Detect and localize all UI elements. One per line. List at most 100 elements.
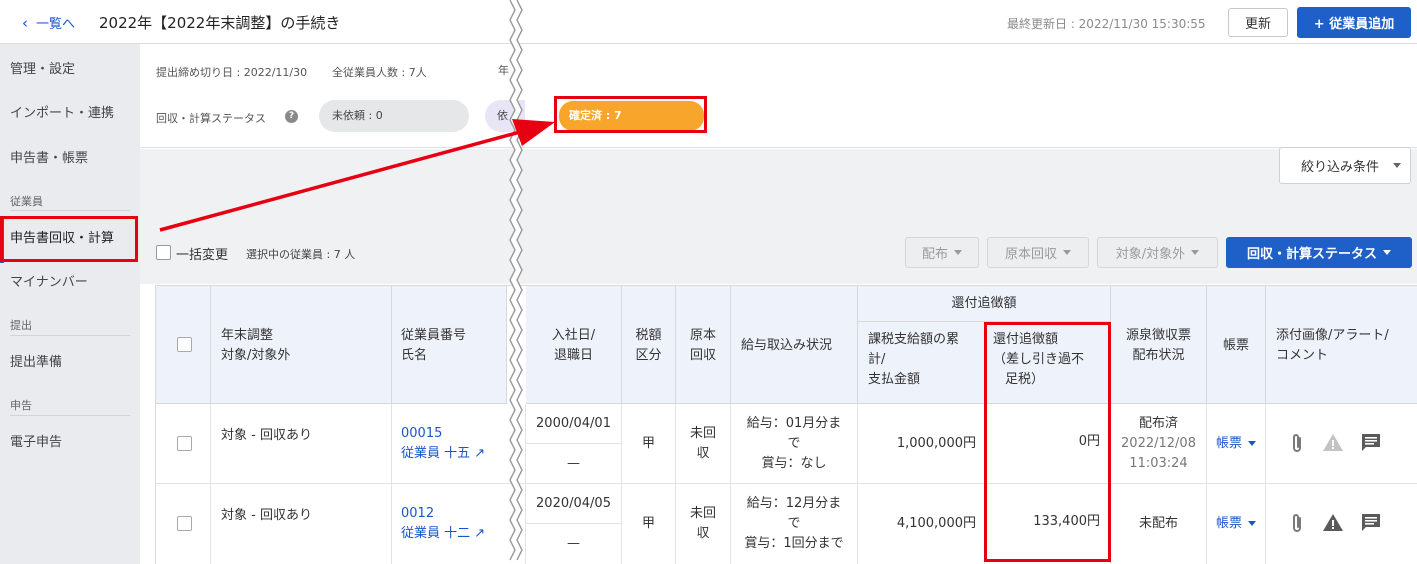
cell-forms: 帳票 [1207, 484, 1266, 564]
cell-text: 賞与：1回分まで [744, 536, 844, 551]
status-pill-unrequested[interactable]: 未依頼 : 0 [319, 100, 469, 132]
cell-employee: 0012 従業員 十二 ↗ [392, 484, 526, 564]
original-collect-label: 原本回収 [1004, 247, 1057, 262]
sidebar-item-import[interactable]: インポート・連携 [10, 102, 114, 121]
select-all-checkbox[interactable] [177, 337, 192, 352]
chevron-down-icon [1393, 163, 1402, 168]
highlight-box [554, 96, 707, 133]
header-select-all [156, 286, 211, 404]
header-text: 計/ [868, 352, 886, 367]
header-employee-no: 従業員番号 氏名 [392, 286, 507, 404]
bulk-change-checkbox[interactable] [156, 245, 171, 260]
header-text: 課税支給額の累 [868, 332, 960, 347]
cell-text: 11:03:24 [1129, 456, 1188, 471]
cell-text: 収 [696, 526, 710, 541]
forms-link-label: 帳票 [1215, 516, 1242, 531]
cell-employee: 00015 従業員 十五 ↗ [392, 404, 526, 484]
year-text-fragment: 年 [498, 64, 509, 77]
forms-dropdown-link[interactable]: 帳票 [1216, 516, 1256, 531]
cell-leave-date: — [526, 524, 622, 564]
back-label: 一覧へ [36, 17, 76, 32]
header-text: 入社日/ [551, 328, 596, 343]
header-original-collect: 原本 回収 [676, 286, 731, 404]
filter-dropdown[interactable]: 絞り込み条件 [1279, 147, 1411, 184]
sidebar-header-submit: 提出 [10, 319, 32, 332]
employee-table: 年末調整 対象/対象外 従業員番号 氏名 入社日/ 退職日 税額 区分 原本 回… [155, 285, 1417, 564]
cell-withholding-status: 配布済 2022/12/08 11:03:24 [1111, 404, 1207, 484]
sidebar-item-management[interactable]: 管理・設定 [10, 58, 75, 77]
distribute-button[interactable]: 配布 [905, 237, 979, 268]
paperclip-icon[interactable] [1290, 432, 1304, 454]
cell-payroll-status: 給与：01月分ま で 賞与：なし [731, 404, 858, 484]
paperclip-icon[interactable] [1290, 512, 1304, 534]
cell-join-date: 2020/04/05 [526, 484, 622, 524]
status-dropdown-label: 回収・計算ステータス [1246, 247, 1377, 262]
sidebar-item-my-number[interactable]: マイナンバー [10, 271, 88, 290]
last-updated-text: 最終更新日 : 2022/11/30 15:30:55 [1007, 17, 1206, 31]
cell-text: 賞与：なし [761, 456, 827, 471]
selected-count-text: 選択中の従業員 : 7 人 [246, 248, 356, 261]
cell-target: 対象 - 回収あり [211, 404, 392, 484]
bulk-change-label: 一括変更 [176, 248, 229, 263]
forms-dropdown-link[interactable]: 帳票 [1216, 436, 1256, 451]
header-text: 帳票 [1222, 338, 1249, 353]
warning-triangle-icon[interactable] [1322, 433, 1344, 452]
employee-name-link[interactable]: 従業員 十二 ↗ [401, 524, 525, 544]
employee-number-link[interactable]: 0012 [401, 504, 525, 524]
back-to-list-link[interactable]: ‹ 一覧へ [22, 13, 75, 32]
comment-icon[interactable] [1361, 513, 1381, 533]
employee-name: 従業員 十二 [401, 526, 471, 541]
employee-name-link[interactable]: 従業員 十五 ↗ [401, 444, 525, 464]
target-button[interactable]: 対象/対象外 [1097, 237, 1218, 268]
row-checkbox[interactable] [177, 436, 192, 451]
external-link-icon: ↗ [474, 526, 486, 541]
status-dropdown-button[interactable]: 回収・計算ステータス [1226, 237, 1412, 268]
cell-taxable: 4,100,000円 [858, 484, 985, 564]
header-text: 添付画像/アラート/ [1276, 328, 1389, 343]
summary-panel: 提出締め切り日 : 2022/11/30 全従業員人数 : 7人 年 回収・計算… [140, 44, 1417, 148]
add-employee-button[interactable]: + 従業員追加 [1297, 7, 1411, 38]
row-checkbox[interactable] [177, 516, 192, 531]
status-pill-requested[interactable]: 依 [485, 100, 525, 132]
cell-withholding-status: 未配布 [1111, 484, 1207, 564]
header-year-end-target: 年末調整 対象/対象外 [211, 286, 392, 404]
sidebar-item-e-filing[interactable]: 電子申告 [10, 431, 62, 450]
header-text: コメント [1276, 348, 1329, 363]
external-link-icon: ↗ [474, 446, 486, 461]
warning-triangle-icon[interactable] [1322, 513, 1344, 532]
total-employees-text: 全従業員人数 : 7人 [332, 66, 427, 79]
cell-text: 給与：01月分ま [746, 416, 842, 431]
header-text: 配布状況 [1132, 348, 1185, 363]
sidebar-item-submit-prep[interactable]: 提出準備 [10, 351, 62, 370]
header-text: 還付追徴額 [951, 296, 1017, 311]
cell-text: 2022/12/08 [1121, 436, 1196, 451]
cell-text: 配布済 [1138, 416, 1178, 431]
page-title: 2022年【2022年末調整】の手続き [99, 14, 341, 32]
target-label: 対象/対象外 [1115, 247, 1186, 262]
cell-original-collect: 未回 収 [676, 484, 731, 564]
chevron-down-icon [954, 250, 962, 255]
cell-text: 給与：12月分ま [746, 496, 842, 511]
original-collect-button[interactable]: 原本回収 [987, 237, 1089, 268]
comment-icon[interactable] [1361, 433, 1381, 453]
cell-payroll-status: 給与：12月分ま で 賞与：1回分まで [731, 484, 858, 564]
highlight-box [984, 322, 1111, 562]
employee-number-link[interactable]: 00015 [401, 424, 525, 444]
cell-original-collect: 未回 収 [676, 404, 731, 484]
deadline-text: 提出締め切り日 : 2022/11/30 [156, 66, 308, 79]
sidebar-item-forms[interactable]: 申告書・帳票 [10, 147, 88, 166]
cell-text: 収 [696, 446, 710, 461]
header-text: 税額 [635, 328, 662, 343]
cell-taxable: 1,000,000円 [858, 404, 985, 484]
cell-text: 未回 [689, 426, 716, 441]
chevron-down-icon [1063, 250, 1071, 255]
filter-label: 絞り込み条件 [1301, 160, 1380, 175]
help-icon[interactable]: ? [285, 110, 298, 123]
distribute-label: 配布 [921, 247, 948, 262]
cell-leave-date: — [526, 444, 622, 484]
refresh-button[interactable]: 更新 [1228, 8, 1288, 37]
page-header: ‹ 一覧へ 2022年【2022年末調整】の手続き 最終更新日 : 2022/1… [0, 0, 1417, 44]
header-forms: 帳票 [1207, 286, 1266, 404]
sidebar-header-declare: 申告 [10, 399, 32, 412]
cell-target: 対象 - 回収あり [211, 484, 392, 564]
